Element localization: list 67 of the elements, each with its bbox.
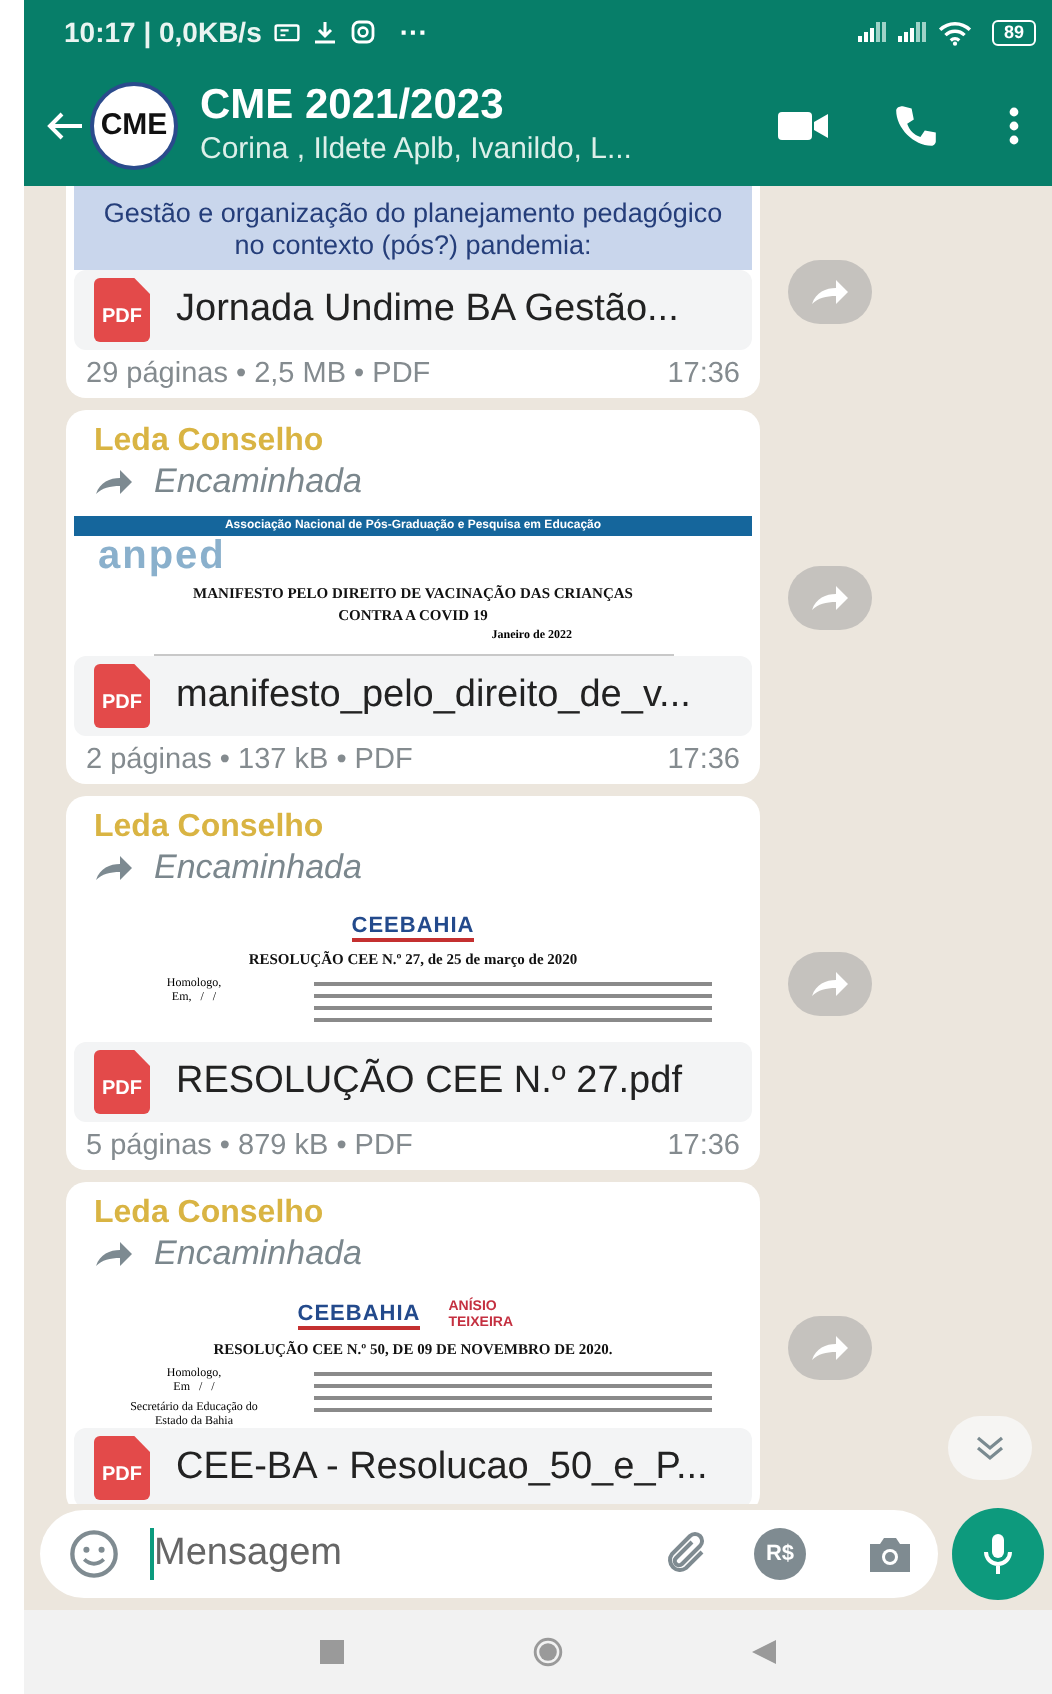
menu-icon[interactable] xyxy=(1008,105,1020,145)
logo-wordmark: anped xyxy=(98,536,226,576)
home-circle-icon[interactable] xyxy=(532,1636,564,1668)
battery-level: 89 xyxy=(1003,21,1024,43)
pdf-file-icon: PDF xyxy=(94,664,150,728)
more-dots: ··· xyxy=(399,16,428,48)
microphone-icon xyxy=(982,1532,1014,1576)
square-icon[interactable] xyxy=(316,1636,348,1668)
file-details: 2 páginas • 137 kB • PDF xyxy=(86,744,413,776)
forwarded-label: Encaminhada xyxy=(154,462,362,502)
file-attachment[interactable]: PDF CEE-BA - Resolucao_50_e_P... xyxy=(74,1428,752,1504)
file-attachment[interactable]: PDF RESOLUÇÃO CEE N.º 27.pdf xyxy=(74,1042,752,1122)
file-name: manifesto_pelo_direito_de_v... xyxy=(176,674,691,718)
file-attachment[interactable]: PDF Jornada Undime BA Gestão... xyxy=(74,270,752,350)
sender-name: Leda Conselho xyxy=(92,1194,326,1234)
back-triangle-icon[interactable] xyxy=(748,1636,780,1668)
forward-arrow-icon xyxy=(810,583,850,611)
camera-square-icon xyxy=(349,20,376,44)
microphone-button[interactable] xyxy=(952,1508,1044,1600)
forward-arrow-icon xyxy=(810,969,850,997)
signal-icon xyxy=(857,20,886,44)
file-details: 5 páginas • 879 kB • PDF xyxy=(86,1130,413,1162)
scroll-down-button[interactable] xyxy=(948,1416,1032,1480)
forwarded-label: Encaminhada xyxy=(154,1234,362,1274)
pdf-file-icon: PDF xyxy=(94,1050,150,1114)
forward-button[interactable] xyxy=(788,260,872,324)
forward-button[interactable] xyxy=(788,1316,872,1380)
card-icon xyxy=(273,20,300,44)
forward-arrow-icon xyxy=(94,854,134,882)
double-chevron-icon xyxy=(974,1434,1006,1462)
sender-name: Leda Conselho xyxy=(92,808,326,848)
chat-title[interactable]: CME 2021/2023 xyxy=(200,81,778,129)
sender-name: Leda Conselho xyxy=(92,422,326,462)
emoji-icon[interactable] xyxy=(68,1528,120,1580)
forward-arrow-icon xyxy=(810,278,850,306)
forward-button[interactable] xyxy=(788,565,872,629)
message-placeholder: Mensagem xyxy=(154,1532,344,1576)
status-time: 10:17 | 0,0KB/s xyxy=(64,16,262,48)
message-input-field[interactable]: Mensagem R$ xyxy=(40,1510,938,1598)
forward-arrow-icon xyxy=(810,1334,850,1362)
logo-text: CEEBAHIA xyxy=(297,1302,421,1330)
forwarded-label: Encaminhada xyxy=(154,848,362,888)
pdf-file-icon: PDF xyxy=(94,278,150,342)
file-name: CEE-BA - Resolucao_50_e_P... xyxy=(176,1446,708,1490)
file-attachment[interactable]: PDF manifesto_pelo_direito_de_v... xyxy=(74,656,752,736)
video-call-icon[interactable] xyxy=(778,109,830,141)
file-details: 29 páginas • 2,5 MB • PDF xyxy=(86,358,431,390)
group-avatar[interactable]: CME xyxy=(90,81,178,169)
wifi-icon xyxy=(937,19,972,45)
download-icon xyxy=(311,20,338,44)
phone-call-icon[interactable] xyxy=(894,103,938,147)
chat-members: Corina , Ildete Aplb, Ivanildo, L... xyxy=(200,129,634,169)
forward-arrow-icon xyxy=(94,468,134,496)
camera-icon[interactable] xyxy=(866,1534,914,1574)
forward-button[interactable] xyxy=(788,951,872,1015)
file-name: RESOLUÇÃO CEE N.º 27.pdf xyxy=(176,1060,682,1104)
paperclip-icon[interactable] xyxy=(662,1530,710,1578)
message-time: 17:36 xyxy=(667,744,740,776)
forward-arrow-icon xyxy=(94,1240,134,1268)
back-arrow-icon[interactable] xyxy=(44,109,84,141)
message-time: 17:36 xyxy=(667,1130,740,1162)
logo-text: CEEBAHIA xyxy=(351,914,475,942)
signal-icon xyxy=(897,20,926,44)
file-name: Jornada Undime BA Gestão... xyxy=(176,288,679,332)
message-time: 17:36 xyxy=(667,358,740,390)
pdf-file-icon: PDF xyxy=(94,1436,150,1500)
payment-button[interactable]: R$ xyxy=(754,1528,806,1580)
